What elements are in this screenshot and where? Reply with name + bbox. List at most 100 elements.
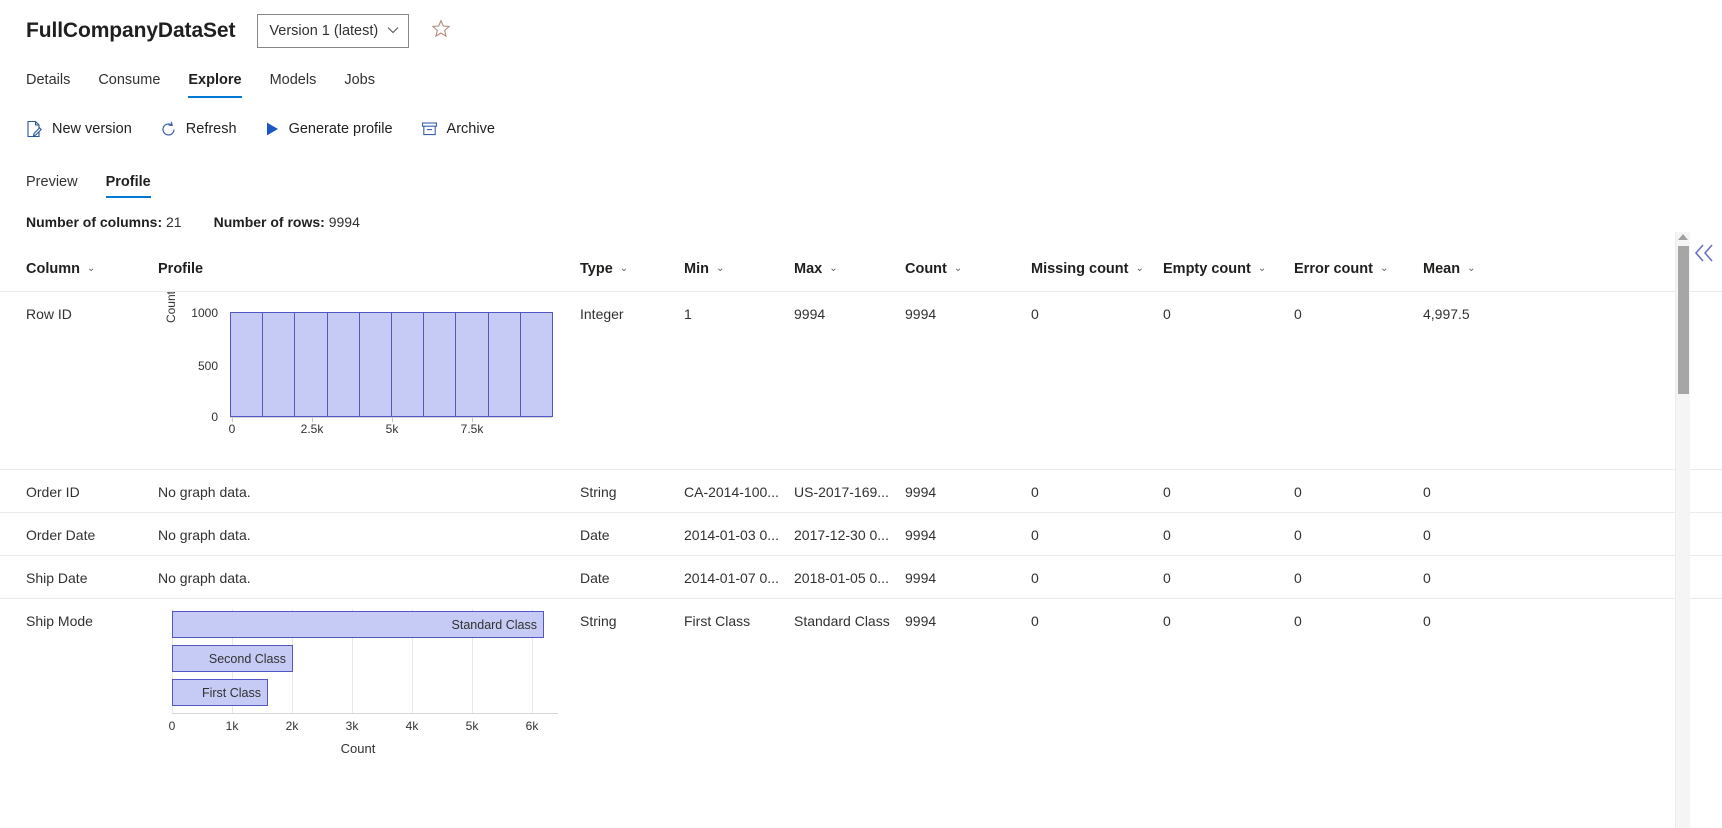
histogram-bar [358,312,393,417]
table-row[interactable]: Order ID No graph data. String CA-2014-1… [0,470,1722,513]
barchart-x-axis-label: Count [340,741,376,756]
row-id-histogram: Count (approx) 1000 500 0 [158,292,558,448]
row-profile-nodata: No graph data. [158,527,251,543]
columns-stat-value: 21 [166,214,182,230]
refresh-button[interactable]: Refresh [158,119,239,140]
archive-box-icon [421,121,438,137]
barchart-x-tick: 1k [225,719,239,733]
row-mean: 0 [1423,613,1431,629]
rows-stat-value: 9994 [328,214,360,230]
row-count: 9994 [905,570,937,586]
generate-profile-button[interactable]: Generate profile [263,119,395,139]
double-chevron-left-icon[interactable] [1692,242,1718,268]
histogram-bar [391,312,425,417]
table-row[interactable]: Order Date No graph data. Date 2014-01-0… [0,513,1722,556]
tab-jobs[interactable]: Jobs [330,72,389,98]
table-row[interactable]: Ship Date No graph data. Date 2014-01-07… [0,556,1722,599]
archive-label: Archive [446,121,495,137]
histogram-bar [487,312,521,417]
column-header-column[interactable]: Column ⌄ [26,261,158,277]
row-mean: 0 [1423,527,1431,543]
column-header-count-label: Count [905,260,947,277]
row-column-name: Ship Date [26,570,88,586]
histogram-bar [230,312,264,417]
tab-jobs-label: Jobs [344,72,375,88]
vertical-scrollbar[interactable] [1675,232,1690,828]
row-max: US-2017-169... [794,484,889,500]
version-dropdown[interactable]: Version 1 (latest) [257,14,410,48]
tab-explore[interactable]: Explore [174,72,255,98]
tab-profile-label: Profile [105,174,151,190]
generate-profile-label: Generate profile [288,121,393,137]
column-header-error-count[interactable]: Error count ⌄ [1294,261,1423,277]
barchart-x-tick: 4k [405,719,419,733]
page-title: FullCompanyDataSet [26,19,236,42]
row-column-name: Order Date [26,527,96,543]
histogram-y-tick: 500 [197,359,218,373]
row-min: 2014-01-03 0... [684,527,779,543]
row-error-count: 0 [1294,613,1302,629]
histogram-x-tick: 0 [228,422,236,436]
chevron-down-icon: ⌄ [953,263,963,274]
histogram-x-tick: 7.5k [460,422,484,436]
column-header-min-label: Min [684,260,709,277]
histogram-x-axis-line [230,417,552,418]
column-header-type[interactable]: Type ⌄ [580,261,684,277]
histogram-bar [455,312,489,417]
chevron-down-icon: ⌄ [1379,263,1389,274]
column-header-missing-count[interactable]: Missing count ⌄ [1031,261,1163,277]
dataset-profile-page: FullCompanyDataSet Version 1 (latest) De… [0,0,1722,828]
column-header-profile-label: Profile [158,260,204,277]
histogram-bar [326,312,360,417]
barchart-x-tick: 6k [525,719,539,733]
favorite-star-icon[interactable] [431,19,451,43]
row-type: Date [580,570,610,586]
column-header-max-label: Max [794,260,823,277]
tab-details[interactable]: Details [26,72,84,98]
row-min: 2014-01-07 0... [684,570,779,586]
row-mean: 0 [1423,484,1431,500]
row-mean: 4,997.5 [1423,306,1470,322]
barchart-bar-label: Standard Class [451,617,537,632]
rows-stat: Number of rows: 9994 [214,214,360,230]
row-count: 9994 [905,527,937,543]
row-missing-count: 0 [1031,613,1039,629]
histogram-y-axis-label: Count (approx) [164,292,178,328]
row-empty-count: 0 [1163,527,1171,543]
row-count: 9994 [905,306,937,322]
tab-preview[interactable]: Preview [26,174,92,198]
table-row[interactable]: Row ID Count (approx) 1000 500 0 [0,292,1722,470]
row-type: String [580,613,617,629]
column-header-mean[interactable]: Mean ⌄ [1423,261,1543,277]
caret-up-icon[interactable] [1678,234,1688,240]
column-header-type-label: Type [580,260,613,277]
tab-models[interactable]: Models [256,72,331,98]
row-profile-chart: Standard Class Second Class First Class … [158,599,580,757]
table-header-row: Column ⌄ Profile Type ⌄ Min ⌄ Max ⌄ Coun… [0,246,1722,292]
chevron-down-icon: ⌄ [1467,263,1476,274]
chevron-down-icon: ⌄ [829,263,838,274]
scrollbar-thumb[interactable] [1678,246,1689,394]
table-row[interactable]: Ship Mode Standard Class Second Class Fi… [0,599,1722,779]
tab-profile[interactable]: Profile [92,174,165,198]
row-column-name: Order ID [26,484,80,500]
column-header-empty-count[interactable]: Empty count ⌄ [1163,261,1294,277]
column-header-min[interactable]: Min ⌄ [684,261,794,277]
row-error-count: 0 [1294,306,1302,322]
column-header-max[interactable]: Max ⌄ [794,261,905,277]
row-profile-nodata: No graph data. [158,570,251,586]
columns-stat-label: Number of columns: [26,214,163,230]
row-missing-count: 0 [1031,484,1039,500]
refresh-icon [160,121,177,138]
column-header-empty-count-label: Empty count [1163,260,1251,277]
column-header-mean-label: Mean [1423,260,1461,277]
histogram-bar [262,312,296,417]
row-type: String [580,484,617,500]
histogram-bar [519,312,554,417]
refresh-label: Refresh [185,121,237,137]
new-version-button[interactable]: New version [24,118,134,140]
column-header-count[interactable]: Count ⌄ [905,261,1031,277]
tab-consume[interactable]: Consume [84,72,174,98]
archive-button[interactable]: Archive [419,119,497,139]
column-header-column-label: Column [26,260,80,277]
